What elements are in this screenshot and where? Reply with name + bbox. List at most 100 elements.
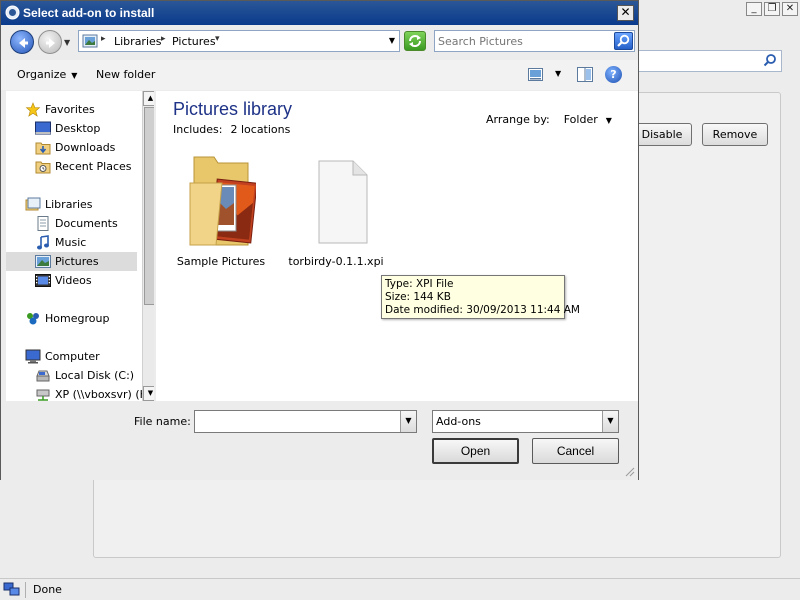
scroll-down-button[interactable]: ▼ (143, 386, 154, 401)
file-name-combobox[interactable]: ▼ (194, 410, 417, 433)
nav-homegroup-label: Homegroup (45, 312, 110, 325)
organize-button[interactable]: Organize ▼ (17, 68, 77, 81)
forward-button[interactable] (38, 30, 62, 54)
nav-libraries[interactable]: Libraries (6, 195, 137, 214)
address-history-dropdown[interactable]: ▼ (389, 36, 395, 45)
tooltip-date-modified: Date modified: 30/09/2013 11:44 AM (385, 304, 580, 316)
recent-places-icon (35, 161, 51, 174)
file-item-label: Sample Pictures (176, 255, 266, 268)
breadcrumb-separator[interactable]: ▾ (215, 34, 220, 44)
breadcrumb-separator[interactable]: ▸ (161, 34, 166, 44)
scroll-up-button[interactable]: ▲ (143, 91, 154, 106)
status-separator (25, 582, 26, 598)
address-row: ▼ ▸ Libraries ▸ Pictures ▾ ▼ (1, 25, 638, 59)
nav-videos[interactable]: Videos (6, 271, 137, 290)
nav-music[interactable]: Music (6, 233, 137, 252)
computer-icon (25, 349, 41, 364)
tooltip-type: Type: XPI File (385, 278, 454, 290)
refresh-button[interactable] (404, 31, 426, 51)
command-bar: Organize ▼ New folder ▼ ? (1, 60, 638, 90)
breadcrumb-pictures[interactable]: Pictures (172, 35, 216, 48)
dialog-footer: File name: ▼ Add-ons ▼ Open Cancel (1, 402, 638, 480)
library-title: Pictures library (173, 99, 293, 119)
file-item-torbirdy[interactable]: torbirdy-0.1.1.xpi (286, 153, 386, 268)
nav-documents[interactable]: Documents (6, 214, 137, 233)
status-bar: Done (0, 578, 800, 600)
pictures-library-icon (82, 34, 98, 48)
file-type-filter[interactable]: Add-ons ▼ (432, 410, 619, 433)
addons-search-input[interactable] (634, 50, 782, 72)
nav-recent-places[interactable]: Recent Places (6, 157, 137, 176)
dialog-close-button[interactable]: ✕ (617, 5, 634, 21)
nav-recent-places-label: Recent Places (55, 160, 132, 173)
nav-network-drive[interactable]: XP (\\vboxsvr) (K (6, 385, 147, 401)
chevron-down-icon[interactable]: ▼ (606, 116, 612, 125)
help-button[interactable]: ? (605, 66, 622, 83)
libraries-icon (25, 197, 41, 211)
file-list-area[interactable]: Pictures library Includes: 2 locations Ar… (156, 91, 638, 401)
videos-icon (35, 274, 51, 287)
file-icon (318, 160, 368, 244)
remove-button[interactable]: Remove (702, 123, 768, 146)
search-box[interactable] (434, 30, 635, 52)
search-button[interactable] (614, 32, 633, 50)
folder-pictures-icon (189, 156, 258, 246)
nav-local-disk-label: Local Disk (C:) (55, 369, 135, 382)
preview-pane-icon[interactable] (577, 67, 593, 82)
arrow-left-icon (19, 38, 28, 48)
restore-button[interactable]: ❐ (764, 2, 780, 16)
minimize-button[interactable]: _ (746, 2, 762, 16)
view-options-dropdown[interactable]: ▼ (555, 69, 561, 78)
hard-drive-icon (36, 370, 50, 382)
file-item-label: torbirdy-0.1.1.xpi (288, 255, 384, 268)
firefox-icon (5, 5, 20, 20)
back-button[interactable] (10, 30, 34, 54)
nav-documents-label: Documents (55, 217, 118, 230)
nav-homegroup[interactable]: Homegroup (6, 309, 137, 328)
homegroup-icon (27, 313, 39, 325)
file-tooltip: Type: XPI File Size: 144 KB Date modifie… (381, 275, 580, 319)
nav-downloads[interactable]: Downloads (6, 138, 137, 157)
pictures-icon (35, 255, 51, 268)
navigation-pane: Favorites Desktop Downloads Recent Place… (6, 91, 154, 401)
nav-videos-label: Videos (55, 274, 92, 287)
arrange-by-dropdown[interactable]: Folder (564, 113, 598, 126)
tooltip-size: Size: 144 KB (385, 291, 451, 303)
file-type-dropdown-button[interactable]: ▼ (602, 411, 618, 432)
nav-pictures-label: Pictures (55, 255, 99, 268)
organize-label: Organize (17, 68, 67, 81)
includes-locations-link[interactable]: 2 locations (230, 123, 290, 136)
cancel-button[interactable]: Cancel (532, 438, 619, 464)
arrange-by-label: Arrange by: (486, 113, 550, 126)
breadcrumb-libraries[interactable]: Libraries (114, 35, 162, 48)
file-open-dialog: Select add-on to install ✕ ▼ ▸ Libraries… (0, 0, 639, 480)
nav-scrollbar[interactable]: ▲ ▼ (142, 91, 154, 401)
scroll-thumb[interactable] (144, 107, 154, 305)
nav-desktop-label: Desktop (55, 122, 101, 135)
new-folder-button[interactable]: New folder (96, 68, 155, 81)
file-item-sample-pictures[interactable]: Sample Pictures (171, 153, 271, 268)
nav-pictures[interactable]: Pictures (6, 252, 137, 271)
nav-music-label: Music (55, 236, 87, 249)
file-name-dropdown-button[interactable]: ▼ (400, 411, 416, 432)
recent-locations-dropdown[interactable]: ▼ (64, 38, 70, 47)
nav-computer[interactable]: Computer (6, 347, 137, 366)
nav-local-disk[interactable]: Local Disk (C:) (6, 366, 137, 385)
dialog-titlebar[interactable]: Select add-on to install ✕ (1, 1, 638, 25)
disable-button[interactable]: Disable (632, 123, 692, 146)
resize-grip-icon[interactable] (623, 465, 635, 477)
address-bar[interactable]: ▸ Libraries ▸ Pictures ▾ ▼ (78, 30, 400, 52)
network-icon (3, 582, 20, 596)
background-window-controls: _ ❐ ✕ (746, 2, 798, 16)
open-button[interactable]: Open (432, 438, 519, 464)
nav-computer-label: Computer (45, 350, 100, 363)
nav-desktop[interactable]: Desktop (6, 119, 137, 138)
arrange-by: Arrange by: Folder ▼ (486, 113, 612, 126)
nav-favorites[interactable]: Favorites (6, 100, 137, 119)
network-drive-icon (36, 389, 50, 401)
change-view-icon[interactable] (528, 68, 543, 81)
search-input[interactable] (438, 34, 608, 49)
close-window-button[interactable]: ✕ (782, 2, 798, 16)
downloads-folder-icon (35, 142, 51, 155)
breadcrumb-separator[interactable]: ▸ (101, 34, 106, 44)
